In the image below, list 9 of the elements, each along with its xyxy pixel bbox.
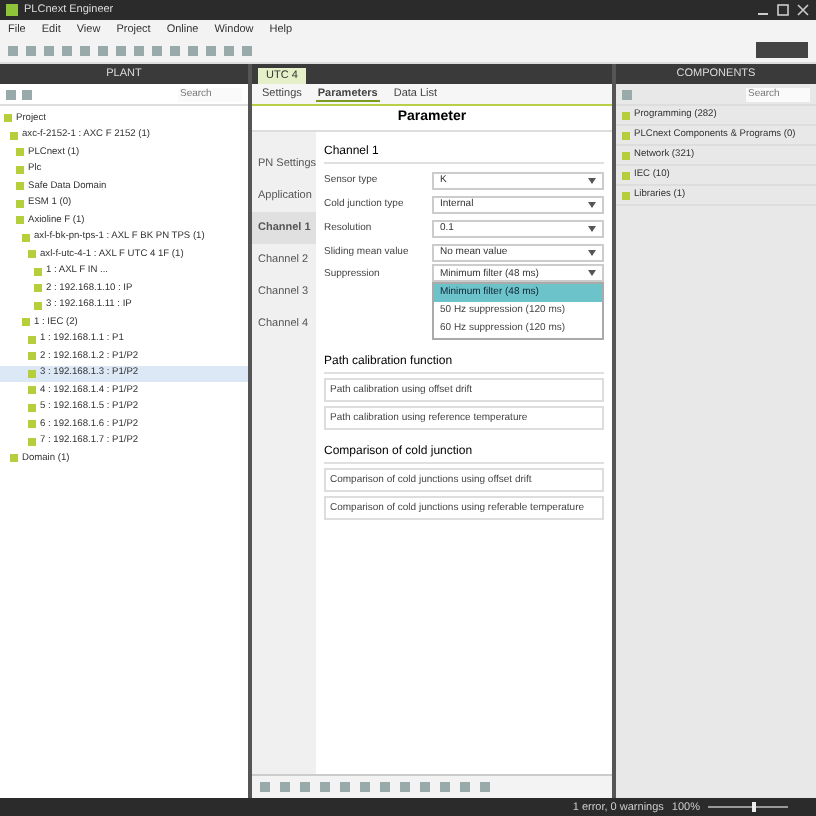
caret-icon — [588, 225, 596, 231]
caret-icon — [588, 177, 596, 183]
caret-icon — [588, 249, 596, 255]
caret-icon — [588, 201, 596, 207]
toolbar-icon[interactable] — [622, 89, 632, 99]
close-icon[interactable] — [796, 4, 810, 16]
app-icon — [6, 4, 18, 16]
caret-icon — [588, 270, 596, 276]
maximize-icon[interactable] — [776, 4, 790, 16]
